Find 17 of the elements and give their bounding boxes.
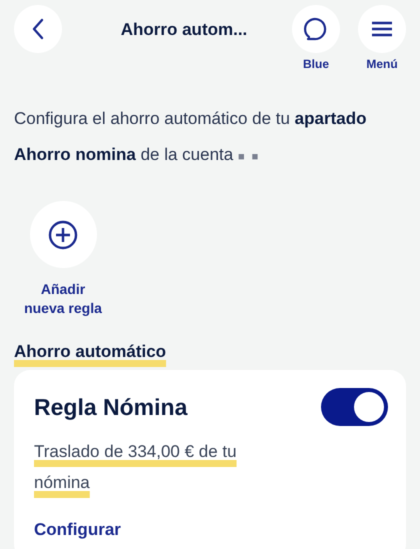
- section-title: Ahorro automático: [14, 342, 168, 362]
- action-label: Menú: [366, 57, 398, 71]
- chat-bubble-icon: [303, 16, 329, 42]
- plus-circle-icon: [48, 220, 78, 250]
- menu-icon: [371, 21, 393, 37]
- configure-link[interactable]: Configurar: [34, 520, 121, 540]
- page-title: Ahorro autom...: [120, 20, 248, 40]
- back-button[interactable]: [14, 5, 62, 53]
- rule-title: Regla Nómina: [34, 394, 188, 420]
- intro-text: Configura el ahorro automático de tu apartado Ahorro nomina de la cuenta ■ ■: [14, 108, 368, 166]
- rule-description: Traslado de 334,00 € de tu nómina: [34, 441, 238, 494]
- action-label: Blue: [302, 57, 329, 71]
- toggle-switch[interactable]: [321, 388, 388, 426]
- chat-button[interactable]: [292, 5, 340, 53]
- add-rule-button[interactable]: Añadir nueva regla: [14, 201, 112, 318]
- menu-button[interactable]: [358, 5, 406, 53]
- chevron-left-icon: [31, 18, 45, 40]
